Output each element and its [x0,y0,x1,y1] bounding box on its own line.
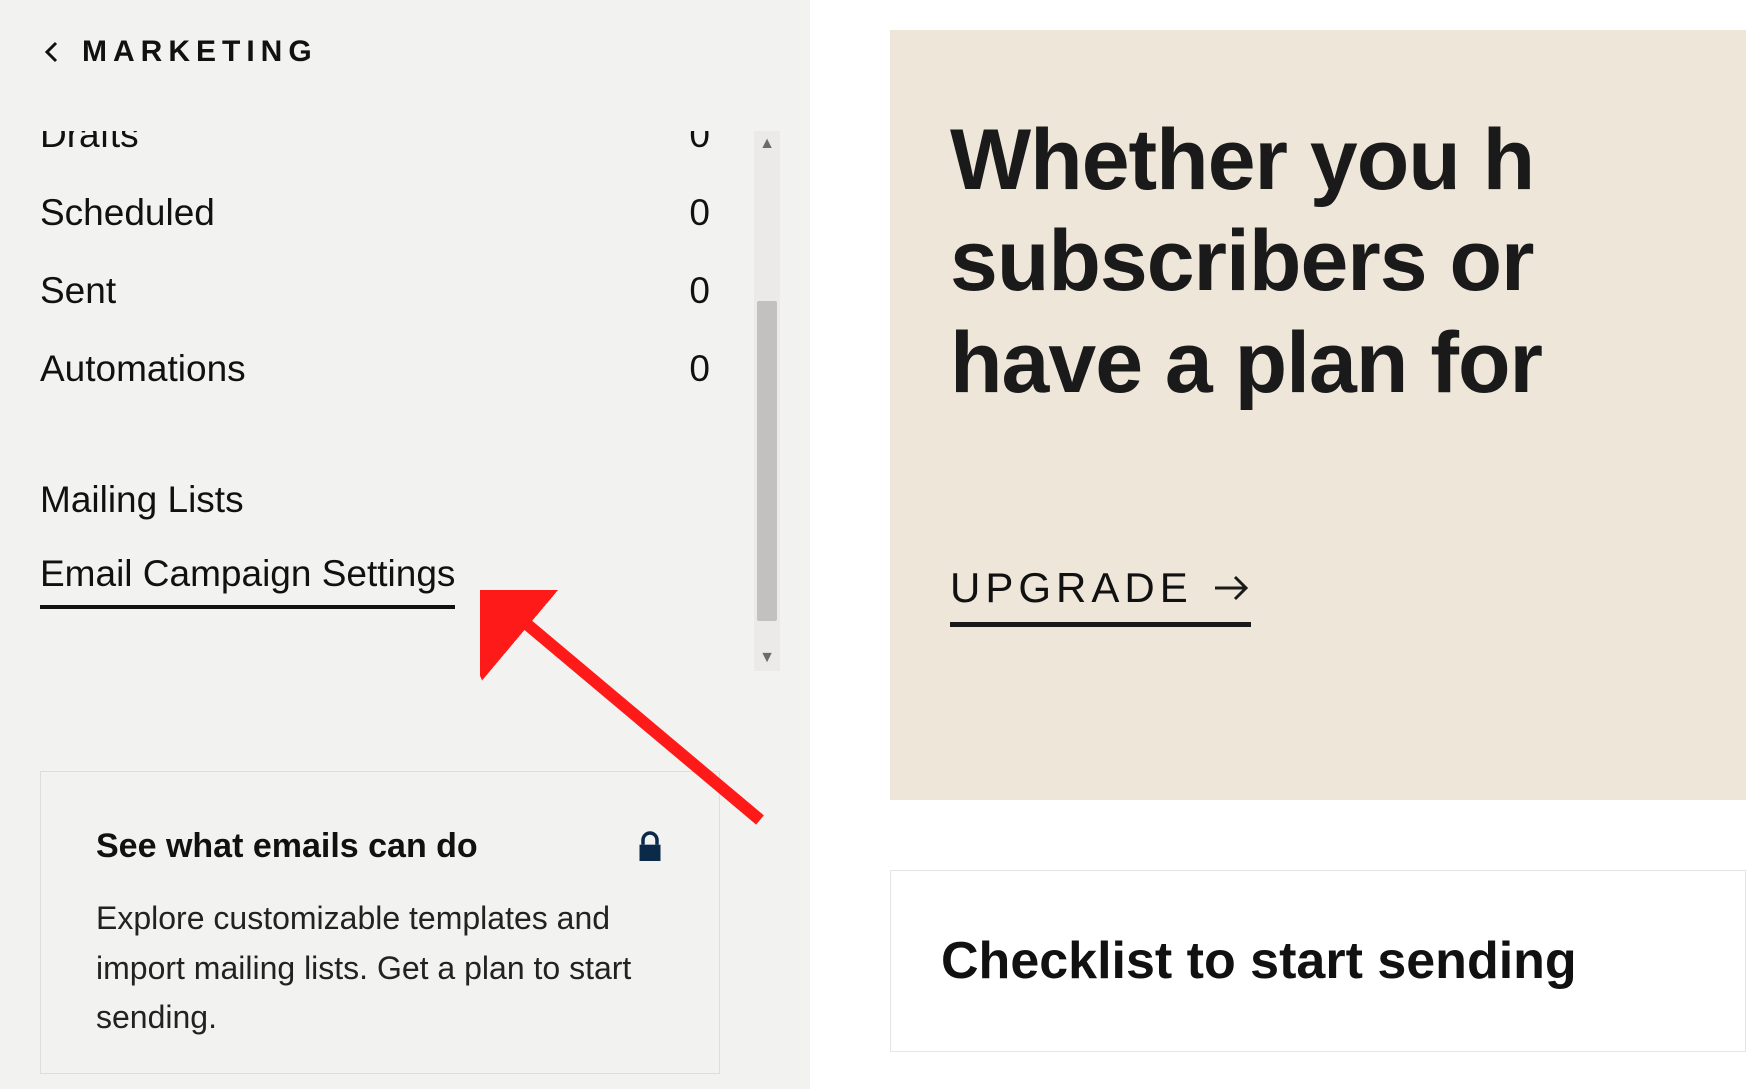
chevron-left-icon [40,40,64,64]
promo-title: See what emails can do [96,827,478,866]
main-content: Whether you h subscribers or have a plan… [810,0,1746,1089]
promo-body: Explore customizable templates and impor… [96,894,664,1043]
sidebar-item-label: Sent [40,270,116,312]
upgrade-label: UPGRADE [950,564,1193,612]
scroll-down-icon[interactable]: ▼ [754,645,780,671]
upgrade-button[interactable]: UPGRADE [950,564,1251,627]
app-root: MARKETING Drafts 0 Scheduled 0 Sent 0 [0,0,1746,1089]
sidebar-item-count: 0 [689,131,710,156]
scrollbar-thumb[interactable] [757,301,777,621]
sidebar-item-label: Drafts [40,131,139,156]
arrow-right-icon [1211,568,1251,608]
sidebar-scrollbar[interactable]: ▲ ▼ [754,131,780,671]
sidebar-item-sent[interactable]: Sent 0 [40,252,780,330]
breadcrumb-back[interactable]: MARKETING [40,35,780,69]
scroll-up-icon[interactable]: ▲ [754,131,780,157]
checklist-card: Checklist to start sending [890,870,1746,1052]
checklist-title: Checklist to start sending [941,931,1695,991]
hero-line: have a plan for [950,315,1542,411]
hero-banner: Whether you h subscribers or have a plan… [890,30,1746,800]
lock-icon [636,830,664,864]
hero-headline: Whether you h subscribers or have a plan… [950,110,1706,414]
hero-line: subscribers or [950,213,1533,309]
sidebar-item-drafts[interactable]: Drafts 0 [40,131,780,174]
sidebar-item-scheduled[interactable]: Scheduled 0 [40,174,780,252]
sidebar: MARKETING Drafts 0 Scheduled 0 Sent 0 [0,0,810,1089]
sidebar-item-count: 0 [689,192,710,234]
sidebar-link-email-campaign-settings[interactable]: Email Campaign Settings [40,537,455,609]
hero-line: Whether you h [950,112,1534,208]
sidebar-list-viewport: Drafts 0 Scheduled 0 Sent 0 Automations … [40,131,780,671]
sidebar-item-label: Automations [40,348,246,390]
sidebar-link-label: Mailing Lists [40,479,244,520]
sidebar-link-label: Email Campaign Settings [40,553,455,594]
sidebar-item-automations[interactable]: Automations 0 [40,330,780,408]
sidebar-link-mailing-lists[interactable]: Mailing Lists [40,463,244,537]
sidebar-list: Drafts 0 Scheduled 0 Sent 0 Automations … [40,131,780,671]
sidebar-item-count: 0 [689,270,710,312]
sidebar-item-count: 0 [689,348,710,390]
promo-card: See what emails can do Explore customiza… [40,771,720,1074]
sidebar-item-label: Scheduled [40,192,215,234]
breadcrumb-label: MARKETING [82,35,318,69]
